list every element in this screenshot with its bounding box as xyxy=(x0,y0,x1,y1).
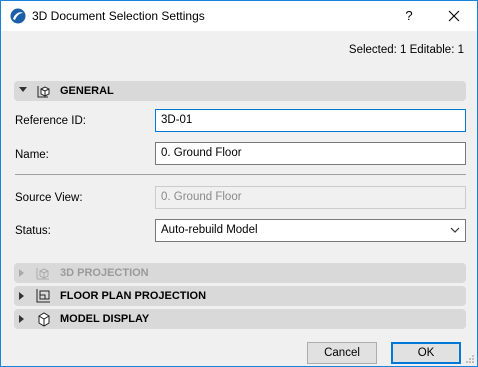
resize-grip-icon[interactable] xyxy=(465,354,475,364)
status-select-value: Auto-rebuild Model xyxy=(161,224,258,236)
source-view-input: 0. Ground Floor xyxy=(155,186,466,209)
chevron-down-icon xyxy=(19,87,27,92)
status-label: Status: xyxy=(15,225,51,237)
divider xyxy=(15,174,466,175)
chevron-down-icon xyxy=(450,227,460,233)
section-model-display-label: MODEL DISPLAY xyxy=(60,313,150,325)
status-select[interactable]: Auto-rebuild Model xyxy=(155,219,466,242)
chevron-right-icon xyxy=(19,269,24,277)
section-floor-plan-header[interactable]: FLOOR PLAN PROJECTION xyxy=(14,286,466,306)
section-general-header[interactable]: GENERAL xyxy=(14,81,466,101)
reference-id-label: Reference ID: xyxy=(15,115,86,127)
section-floor-plan-label: FLOOR PLAN PROJECTION xyxy=(60,290,207,302)
cancel-button[interactable]: Cancel xyxy=(307,342,377,364)
name-input[interactable]: 0. Ground Floor xyxy=(155,142,466,165)
projection-icon xyxy=(36,268,49,280)
dialog-footer: Cancel OK xyxy=(1,336,477,366)
chevron-right-icon xyxy=(19,315,24,323)
section-model-display-header[interactable]: MODEL DISPLAY xyxy=(14,309,466,329)
close-icon xyxy=(448,10,460,22)
floor-plan-icon xyxy=(36,289,50,303)
window-title: 3D Document Selection Settings xyxy=(32,9,205,23)
title-bar[interactable]: 3D Document Selection Settings ? xyxy=(1,1,477,31)
name-label: Name: xyxy=(15,149,49,161)
chevron-right-icon xyxy=(19,292,24,300)
source-view-label: Source View: xyxy=(15,192,83,204)
section-3d-projection-header: 3D PROJECTION xyxy=(14,263,466,283)
archicad-logo-icon xyxy=(10,8,26,24)
selection-count: Selected: 1 Editable: 1 xyxy=(348,44,464,56)
document-cube-icon xyxy=(37,86,50,98)
reference-id-input[interactable]: 3D-01 xyxy=(155,109,466,132)
dialog-content: Selected: 1 Editable: 1 GENERAL Referenc… xyxy=(1,31,477,336)
dialog-window: 3D Document Selection Settings ? Selecte… xyxy=(0,0,478,367)
close-button[interactable] xyxy=(439,5,469,27)
help-button[interactable]: ? xyxy=(398,5,420,27)
section-3d-projection-label: 3D PROJECTION xyxy=(60,267,149,279)
section-general-label: GENERAL xyxy=(60,85,114,97)
ok-button[interactable]: OK xyxy=(391,342,461,364)
cube-icon xyxy=(38,312,50,327)
